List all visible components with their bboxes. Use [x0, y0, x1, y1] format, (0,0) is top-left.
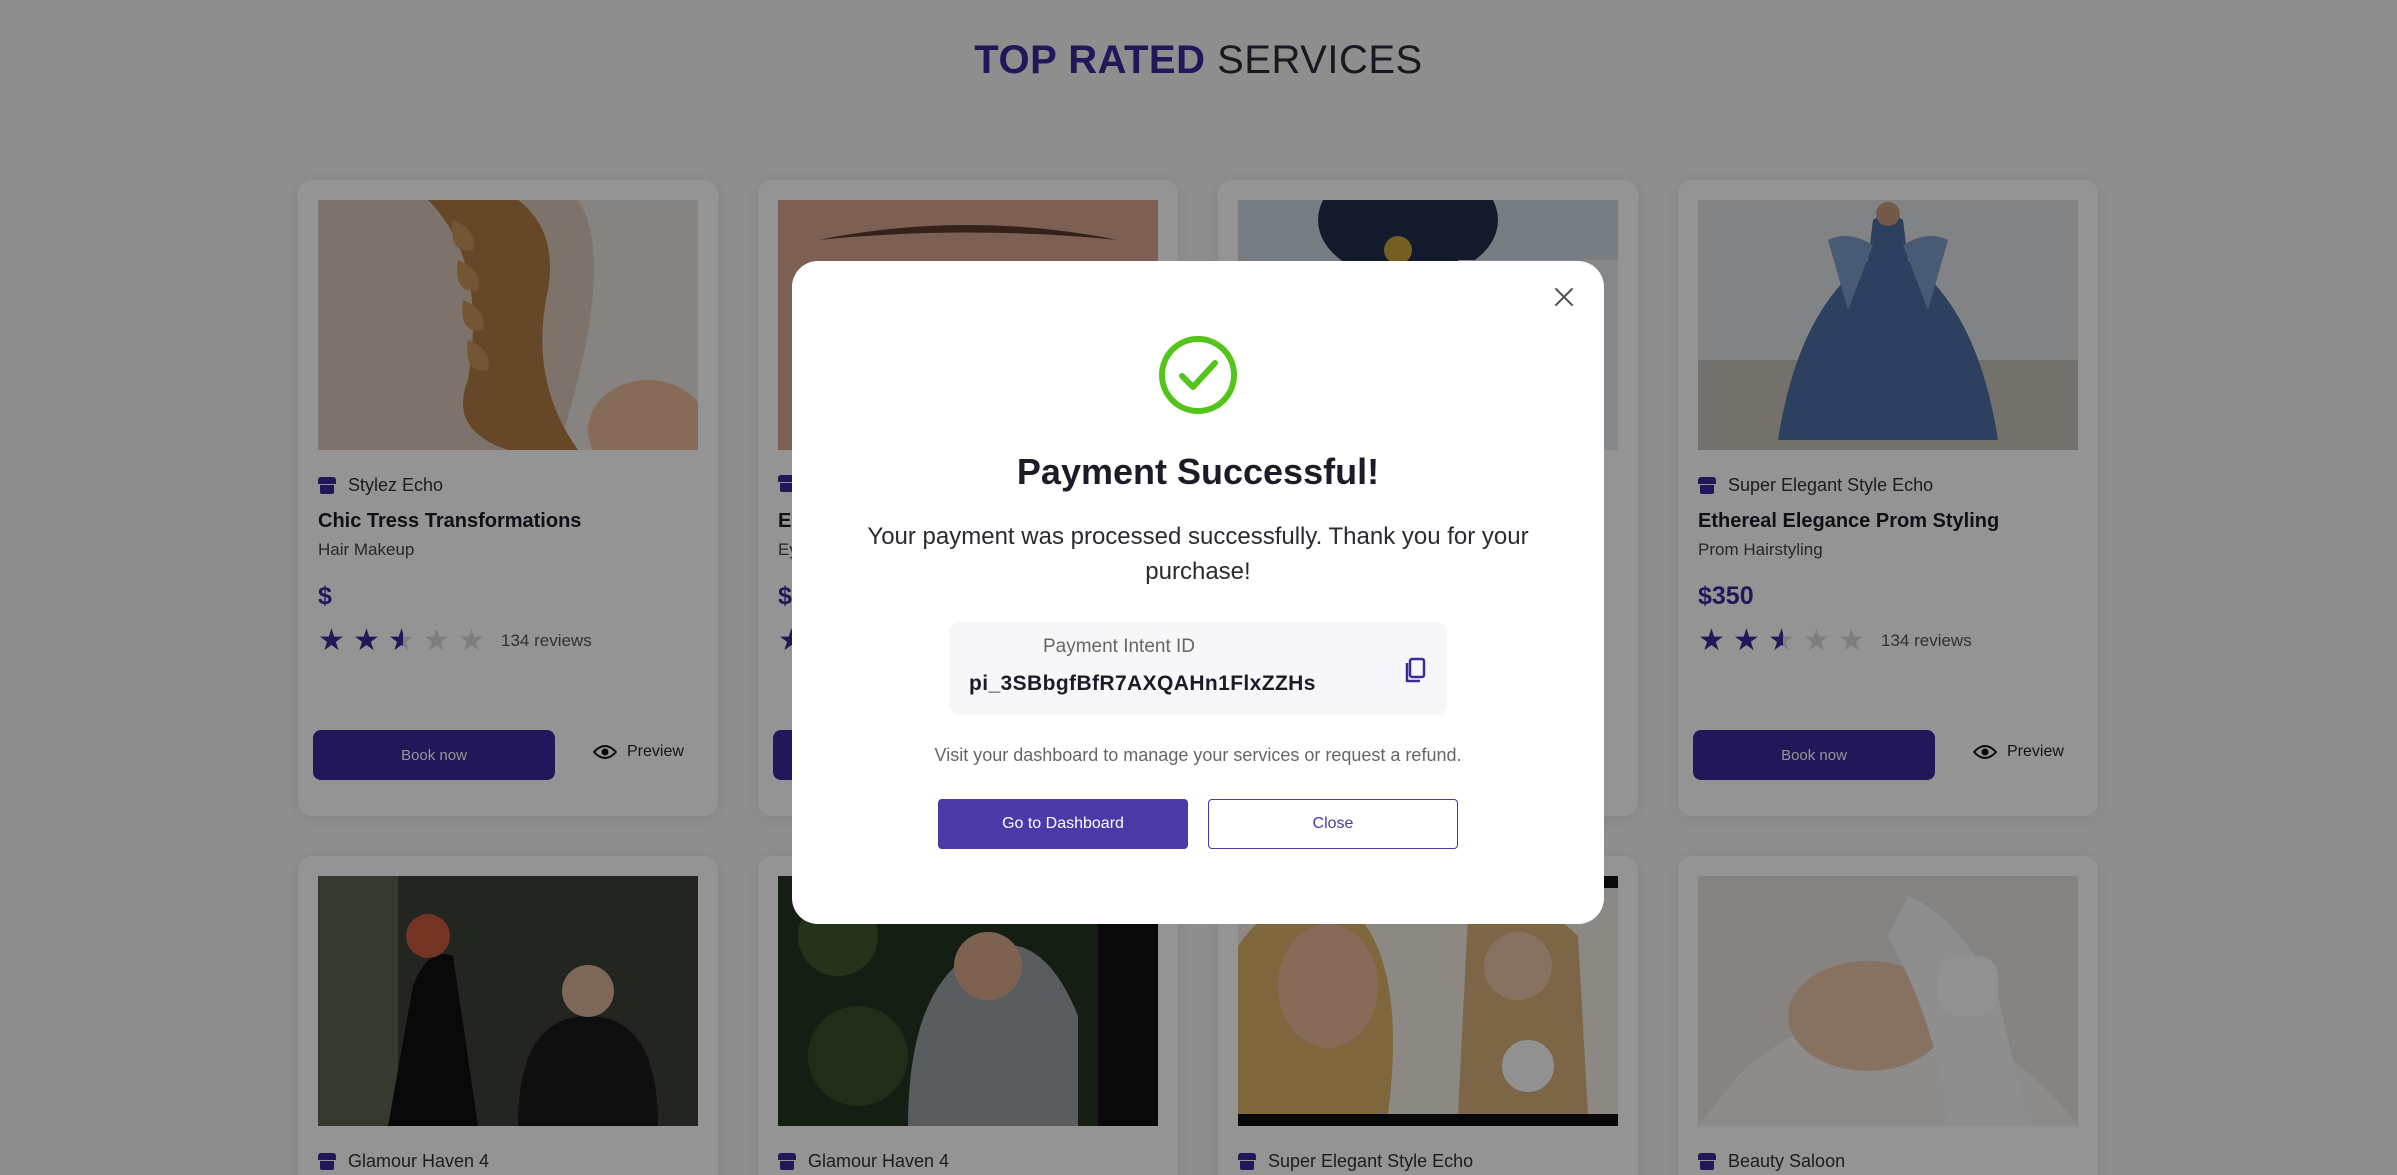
- payment-intent-box: Payment Intent ID pi_3SBbgfBfR7AXQAHn1Fl…: [949, 622, 1447, 715]
- modal-title: Payment Successful!: [1016, 451, 1380, 492]
- go-to-dashboard-button[interactable]: Go to Dashboard: [938, 799, 1188, 849]
- payment-success-modal: Payment Successful! Your payment was pro…: [792, 261, 1604, 924]
- close-icon[interactable]: [1550, 283, 1578, 311]
- payment-intent-label: Payment Intent ID: [1042, 636, 1196, 657]
- copy-icon[interactable]: [1403, 656, 1427, 684]
- payment-intent-id: pi_3SBbgfBfR7AXQAHn1FlxZZHs: [969, 672, 1316, 695]
- success-check-icon: [1159, 336, 1237, 414]
- modal-message: Your payment was processed successfully.…: [867, 523, 1529, 585]
- close-button[interactable]: Close: [1208, 799, 1458, 849]
- dashboard-hint: Visit your dashboard to manage your serv…: [934, 745, 1462, 765]
